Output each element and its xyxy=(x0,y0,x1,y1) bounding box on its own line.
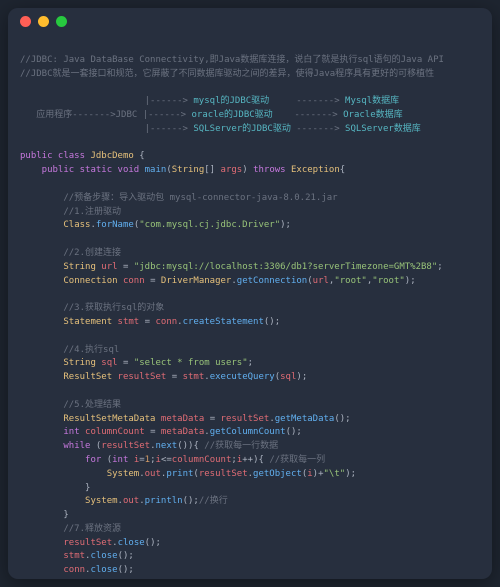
comment-line: //预备步骤：导入驱动包 mysql-connector-java-8.0.21… xyxy=(20,193,338,203)
code-area: //JDBC: Java DataBase Connectivity,即Java… xyxy=(8,34,492,579)
kw: public class xyxy=(20,151,90,161)
diagram-line: |------> xyxy=(20,96,193,106)
diagram-link: mysql的JDBC驱动 xyxy=(193,96,269,106)
close-icon[interactable] xyxy=(20,16,31,27)
comment-line: //5.处理结果 xyxy=(20,400,121,410)
diagram-line: |------> xyxy=(20,124,193,134)
comment-line: //JDBC就是一套接口和规范，它屏蔽了不同数据库驱动之间的差异，使得Java程… xyxy=(20,69,434,79)
zoom-icon[interactable] xyxy=(56,16,67,27)
comment-line: //4.执行sql xyxy=(20,345,119,355)
comment-line: //7.释放资源 xyxy=(20,524,121,534)
class-name: JdbcDemo xyxy=(90,151,139,161)
comment-line: //2.创建连接 xyxy=(20,248,121,258)
comment-line: //1.注册驱动 xyxy=(20,207,121,217)
minimize-icon[interactable] xyxy=(38,16,49,27)
editor-window: //JDBC: Java DataBase Connectivity,即Java… xyxy=(8,8,492,579)
comment-line: //3.获取执行sql的对象 xyxy=(20,303,164,313)
diagram-line: 应用程序 xyxy=(20,110,72,120)
window-titlebar xyxy=(8,8,492,34)
comment-line: //JDBC: Java DataBase Connectivity,即Java… xyxy=(20,55,444,65)
method-name: main xyxy=(145,165,167,175)
